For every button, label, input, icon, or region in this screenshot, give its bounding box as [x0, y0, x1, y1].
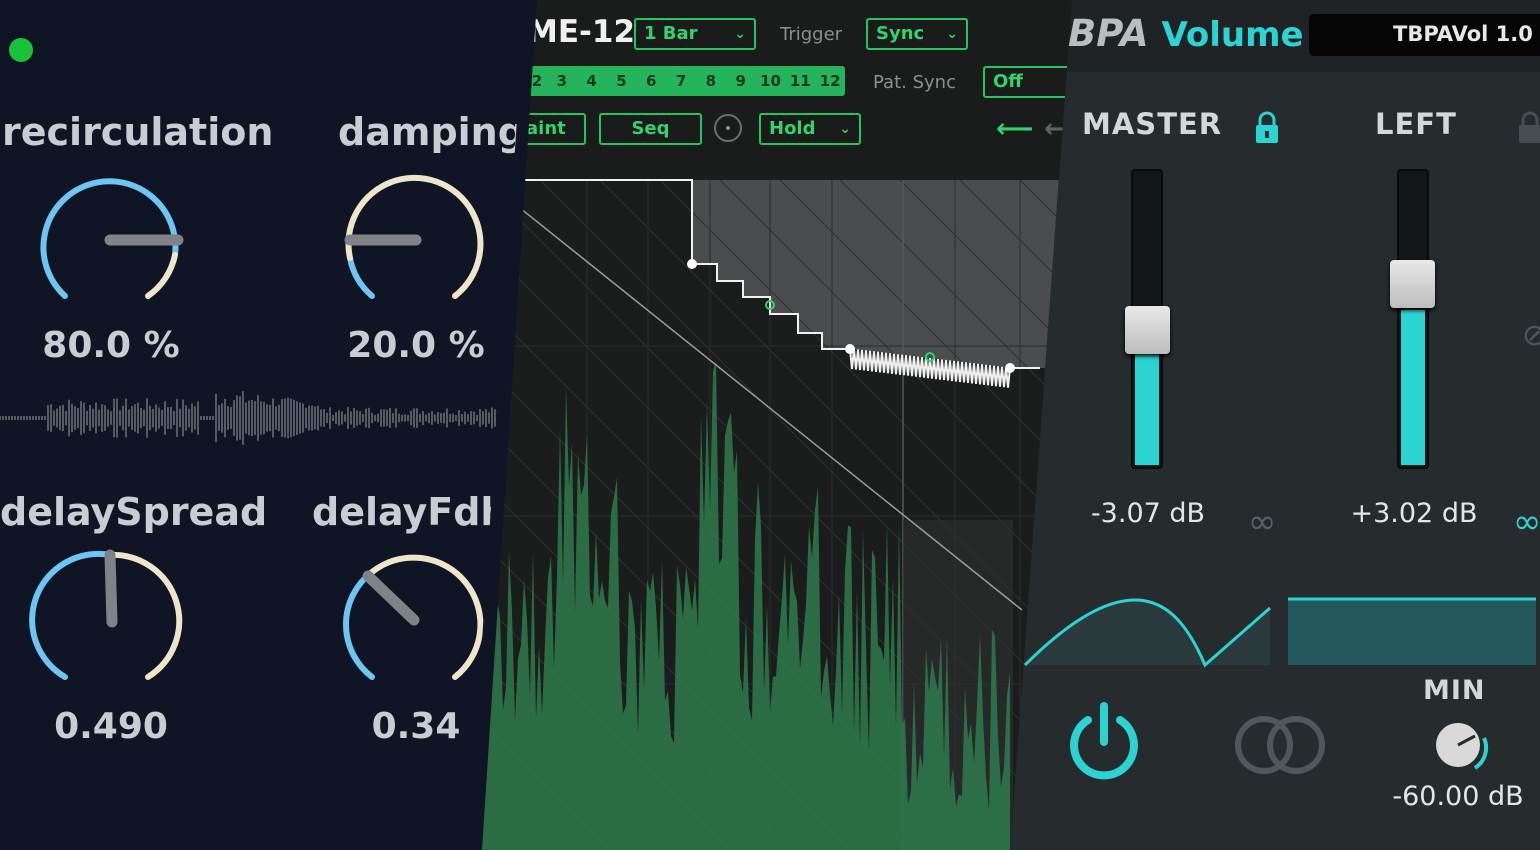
delayspread-knob[interactable]: [29, 549, 183, 680]
damping-knob[interactable]: [344, 174, 484, 299]
knob-value-damping: 20.0 %: [347, 325, 485, 366]
left-value: +3.02 dB: [1350, 498, 1478, 529]
preset-name: TBPAVol 1.0: [1393, 22, 1533, 46]
master-value: -3.07 dB: [1090, 498, 1206, 529]
left-fader-track[interactable]: [1397, 169, 1429, 469]
infinity-link-icon[interactable]: ∞: [1248, 502, 1276, 542]
knob-value-recirculation: 80.0 %: [42, 325, 180, 366]
min-label: MIN: [1423, 675, 1486, 706]
master-label: MASTER: [1082, 107, 1223, 141]
power-icon[interactable]: [1062, 700, 1146, 788]
knob-value-delayfdbc: 0.34: [371, 706, 461, 747]
waveform-display: [1023, 597, 1536, 668]
left-label: LEFT: [1375, 107, 1457, 141]
min-value: -60.00 dB: [1392, 781, 1524, 812]
brand-logo: BPA Volume: [1068, 12, 1304, 55]
knob-label-delayfdbc: delayFdbc: [312, 490, 531, 534]
min-knob[interactable]: [1430, 718, 1500, 778]
recirculation-knob[interactable]: [40, 178, 184, 299]
preset-display[interactable]: TBPAVol 1.0: [1309, 14, 1540, 56]
lock-icon[interactable]: [1516, 110, 1540, 150]
product-name: Volume: [1161, 15, 1304, 55]
brand-name: BPA: [1068, 12, 1149, 55]
left-fader-handle[interactable]: [1390, 260, 1435, 308]
delay-panel: recirculation damping 80.0 % 20.0 % dela…: [0, 0, 531, 850]
envelope-node[interactable]: [845, 344, 855, 354]
infinity-link-icon[interactable]: ∞: [1513, 502, 1540, 542]
envelope-node[interactable]: [687, 259, 697, 269]
delay-waveform: [0, 391, 505, 445]
delayfdbc-knob[interactable]: [343, 554, 484, 680]
knob-value-delayspread: 0.490: [54, 706, 168, 747]
link-icon[interactable]: ⊘: [1522, 318, 1540, 353]
envelope-node[interactable]: [1005, 363, 1015, 373]
master-fader-handle[interactable]: [1125, 306, 1170, 354]
left-fader-fill: [1401, 310, 1425, 465]
lock-icon[interactable]: [1253, 110, 1281, 150]
knob-label-delayspread: delaySpread: [0, 490, 268, 534]
stereo-link-icon[interactable]: [1232, 712, 1332, 782]
